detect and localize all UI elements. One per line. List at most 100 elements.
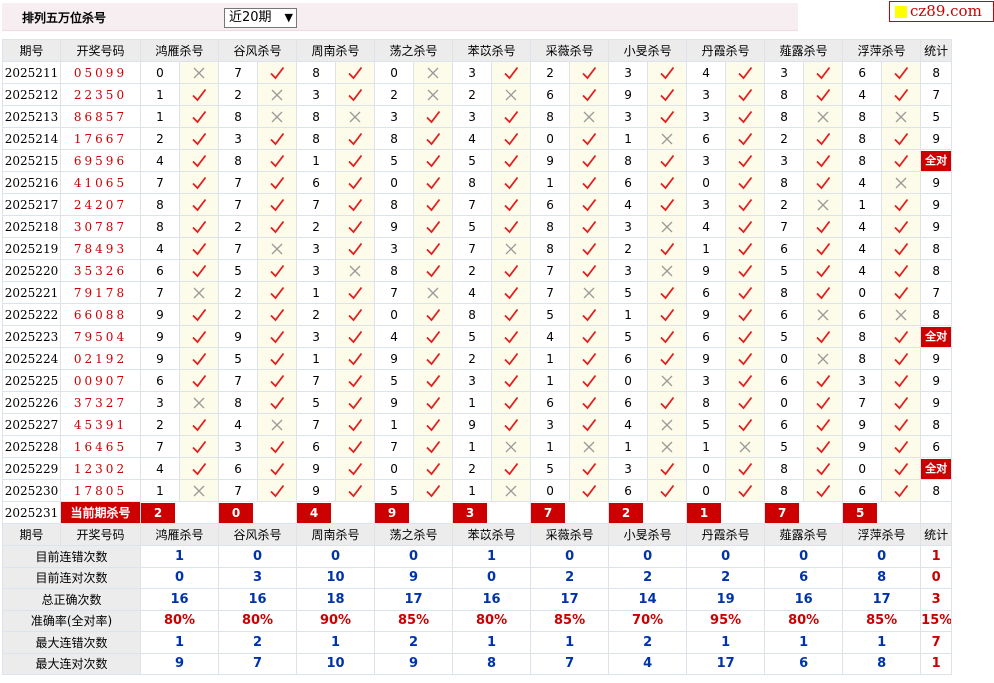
expert-pick-number: 2 (140, 413, 180, 436)
expert-pick-number: 6 (608, 347, 649, 370)
check-icon (803, 83, 844, 106)
stats-value: 1 (296, 631, 376, 654)
check-icon (647, 281, 688, 304)
expert-pick-number: 8 (140, 215, 180, 238)
expert-pick-number: 6 (296, 435, 337, 458)
expert-pick-number: 6 (842, 61, 883, 84)
row-tally: 7 (920, 83, 953, 106)
expert-pick-number: 5 (686, 413, 727, 436)
cross-icon (413, 83, 454, 106)
row-period: 2025226 (2, 391, 61, 414)
kill-number-table: 期号 开奖号码 鸿雁杀号 谷风杀号 周南杀号 荡之杀号 苯苡杀号 采薇杀号 小旻杀号 丹霞杀号 薤露… (2, 39, 953, 675)
check-icon (335, 391, 376, 414)
logo-square-icon (895, 6, 907, 18)
expert-pick-number: 3 (686, 105, 727, 128)
check-icon (491, 105, 532, 128)
expert-pick-number: 8 (374, 127, 415, 150)
all-right-label: 全对 (921, 326, 951, 347)
stats-value: 2 (608, 631, 688, 654)
stats-value: 85% (374, 609, 454, 632)
cross-icon (257, 237, 298, 260)
check-icon (178, 325, 220, 348)
expert-pick-number: 8 (140, 193, 180, 216)
stats-row: 最大连对次数 9 7 10 9 8 7 4 17 6 8 1 (2, 652, 953, 675)
check-icon (725, 413, 766, 436)
expert-pick-number: 4 (842, 171, 883, 194)
row-tally: 8 (920, 61, 953, 84)
cross-icon (491, 479, 532, 502)
expert-pick-number: 7 (218, 479, 259, 502)
check-icon (881, 149, 922, 172)
table-row: 2025216 41065 7 7 6 0 8 1 6 0 8 4 9 (2, 171, 953, 194)
stats-tally: 3 (920, 588, 953, 611)
expert-pick-number: 5 (218, 347, 259, 370)
expert-pick-number: 9 (842, 435, 883, 458)
expert-pick-number: 2 (296, 215, 337, 238)
expert-pick-number: 9 (296, 457, 337, 480)
expert-pick-number: 3 (374, 237, 415, 260)
current-kill-number: 2 (141, 502, 175, 523)
row-period: 2025217 (2, 193, 61, 216)
cross-icon (803, 105, 844, 128)
check-icon (647, 83, 688, 106)
table-row: 2025228 16465 7 3 6 7 1 1 1 1 5 9 6 (2, 435, 953, 458)
stats-value: 16 (218, 588, 298, 611)
site-logo[interactable]: cz89.com (889, 1, 994, 22)
stats-label: 准确率(全对率) (2, 609, 141, 632)
cross-icon (569, 105, 610, 128)
table-row: 2025218 30787 8 2 2 9 5 8 3 4 7 4 9 (2, 215, 953, 238)
col-header-expert: 采薇杀号 (530, 523, 610, 546)
expert-pick-number: 3 (608, 215, 649, 238)
stats-value: 1 (452, 631, 532, 654)
current-kill-number: 5 (843, 502, 878, 523)
row-period: 2025227 (2, 413, 61, 436)
expert-pick-number: 8 (764, 281, 805, 304)
check-icon (569, 237, 610, 260)
expert-pick-number: 2 (218, 303, 259, 326)
check-icon (725, 237, 766, 260)
check-icon (647, 61, 688, 84)
expert-pick-number: 7 (530, 281, 571, 304)
check-icon (413, 149, 454, 172)
expert-pick-number: 7 (140, 435, 180, 458)
row-tally: 8 (920, 259, 953, 282)
check-icon (569, 479, 610, 502)
col-header-expert: 谷风杀号 (218, 523, 298, 546)
stats-value: 4 (608, 652, 688, 675)
expert-pick-number: 1 (140, 105, 180, 128)
expert-pick-number: 9 (686, 259, 727, 282)
expert-pick-number: 3 (764, 149, 805, 172)
check-icon (647, 347, 688, 370)
expert-pick-number: 7 (374, 281, 415, 304)
cross-icon (647, 127, 688, 150)
expert-pick-number: 9 (608, 83, 649, 106)
expert-pick-number: 9 (140, 325, 180, 348)
check-icon (725, 479, 766, 502)
check-icon (178, 83, 220, 106)
expert-pick-number: 3 (764, 61, 805, 84)
table-row: 2025222 66088 9 2 2 0 8 5 1 9 6 6 8 (2, 303, 953, 326)
expert-pick-number: 8 (764, 83, 805, 106)
stats-value: 17 (374, 588, 454, 611)
row-period: 2025218 (2, 215, 61, 238)
expert-pick-number: 1 (608, 435, 649, 458)
row-period: 2025213 (2, 105, 61, 128)
check-icon (803, 325, 844, 348)
stats-value: 80% (452, 609, 532, 632)
check-icon (413, 215, 454, 238)
expert-pick-number: 1 (140, 479, 180, 502)
expert-pick-number: 3 (530, 413, 571, 436)
expert-pick-number: 8 (374, 193, 415, 216)
stats-value: 0 (296, 545, 376, 568)
expert-pick-number: 6 (686, 127, 727, 150)
period-select-value: 近20期 (229, 10, 272, 25)
period-select[interactable]: 近20期 ▼ (224, 8, 297, 28)
check-icon (569, 457, 610, 480)
check-icon (647, 149, 688, 172)
check-icon (803, 479, 844, 502)
expert-pick-number: 1 (530, 369, 571, 392)
expert-pick-number: 3 (686, 369, 727, 392)
check-icon (569, 171, 610, 194)
expert-pick-number: 1 (452, 479, 493, 502)
table-row: 2025211 05099 0 7 8 0 3 2 3 4 3 6 8 (2, 61, 953, 84)
